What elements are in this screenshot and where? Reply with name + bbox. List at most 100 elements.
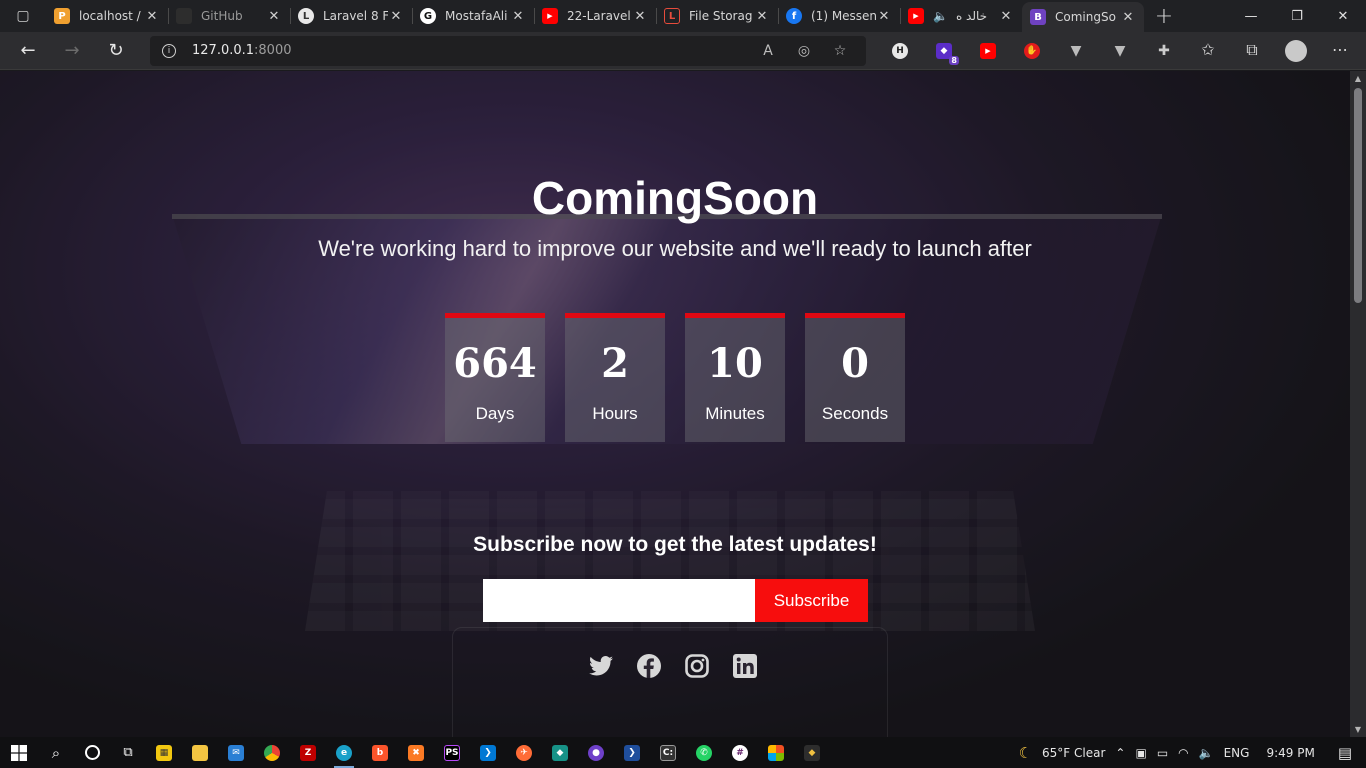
browser-toolbar: ← → ↻ i 127.0.0.1:8000 A ◎ ☆ H ◆ 8 ▶ ✋ ▼ …: [0, 32, 1366, 70]
clock[interactable]: 9:49 PM: [1266, 746, 1314, 760]
weather-icon[interactable]: ☾: [1019, 744, 1032, 762]
tab[interactable]: L File Storag ✕: [656, 0, 778, 32]
scroll-up-icon[interactable]: ▲: [1350, 74, 1366, 83]
github-desktop-icon[interactable]: ●: [578, 737, 614, 768]
facebook-icon[interactable]: [637, 654, 661, 678]
close-icon[interactable]: ✕: [388, 9, 404, 24]
tab[interactable]: G MostafaAli ✕: [412, 0, 534, 32]
address-bar[interactable]: i 127.0.0.1:8000 A ◎ ☆: [150, 35, 866, 66]
twitter-icon[interactable]: [589, 654, 613, 678]
chrome-icon[interactable]: [254, 737, 290, 768]
tab-title: File Storag: [689, 9, 753, 23]
site-info-icon[interactable]: i: [162, 43, 176, 58]
extension-icon[interactable]: H: [878, 32, 922, 70]
tab-title: MostafaAli: [445, 9, 508, 23]
tab-title: GitHub: [201, 9, 243, 23]
more-options-icon[interactable]: ⋯: [1318, 40, 1362, 62]
vue-devtools-icon: ▼: [1070, 42, 1082, 59]
add-favorite-icon[interactable]: ☆: [822, 43, 858, 59]
new-tab-button[interactable]: +: [1144, 0, 1184, 32]
close-icon[interactable]: ✕: [1120, 10, 1136, 25]
close-icon[interactable]: ✕: [998, 9, 1014, 24]
extension-icon[interactable]: ▼: [1098, 32, 1142, 70]
tab[interactable]: ▶ 22-Laravel ✕: [534, 0, 656, 32]
language-indicator[interactable]: ENG: [1224, 746, 1250, 760]
scroll-down-icon[interactable]: ▼: [1350, 725, 1366, 734]
scrollbar-thumb[interactable]: [1354, 88, 1362, 303]
phpstorm-icon[interactable]: PS: [434, 737, 470, 768]
tab[interactable]: L Laravel 8 F ✕: [290, 0, 412, 32]
office-icon[interactable]: [758, 737, 794, 768]
linkedin-icon[interactable]: [733, 654, 757, 678]
task-view-icon[interactable]: ⧉: [110, 737, 146, 768]
vscode-icon[interactable]: ❯: [470, 737, 506, 768]
notifications-icon[interactable]: ▤: [1338, 744, 1352, 762]
cortana-icon[interactable]: [74, 737, 110, 768]
youtube-icon: ▶: [908, 8, 924, 24]
close-icon[interactable]: ✕: [510, 9, 526, 24]
page-scrollbar[interactable]: ▲ ▼: [1350, 71, 1366, 737]
show-hidden-icons-icon[interactable]: ⌃: [1115, 746, 1125, 760]
whatsapp-icon[interactable]: ✆: [686, 737, 722, 768]
email-input[interactable]: [483, 579, 755, 622]
postman-icon[interactable]: ✈: [506, 737, 542, 768]
close-icon[interactable]: ✕: [266, 9, 282, 24]
collections-icon[interactable]: ⧉: [1230, 40, 1274, 62]
extension-icon[interactable]: ◆ 8: [922, 32, 966, 70]
tab[interactable]: GitHub ✕: [168, 0, 290, 32]
extensions-puzzle-icon[interactable]: ✚: [1142, 32, 1186, 70]
countdown-value: 0: [841, 340, 869, 387]
mail-icon[interactable]: ✉: [218, 737, 254, 768]
edge-icon[interactable]: e: [326, 737, 362, 768]
tab-favicon-icon: [176, 8, 192, 24]
cmd-icon[interactable]: C:: [650, 737, 686, 768]
tab[interactable]: P localhost / ✕: [46, 0, 168, 32]
close-icon[interactable]: ✕: [632, 9, 648, 24]
brave-icon[interactable]: b: [362, 737, 398, 768]
close-icon[interactable]: ✕: [754, 9, 770, 24]
favorites-icon[interactable]: ✩: [1186, 40, 1230, 62]
audio-icon[interactable]: 🔈: [933, 9, 948, 23]
back-button[interactable]: ←: [6, 32, 50, 70]
battery-icon[interactable]: ▭: [1157, 746, 1168, 760]
tab-title: خالد ه: [955, 9, 988, 23]
search-icon[interactable]: ⌕: [38, 737, 74, 768]
close-icon[interactable]: ✕: [876, 9, 892, 24]
subscribe-button[interactable]: Subscribe: [755, 579, 868, 622]
refresh-button[interactable]: ↻: [94, 32, 138, 70]
extension-icon[interactable]: ▼: [1054, 32, 1098, 70]
close-icon[interactable]: ✕: [144, 9, 160, 24]
git-kraken-icon[interactable]: ◆: [542, 737, 578, 768]
coming-soon-section: ComingSoon We're working hard to improve…: [0, 71, 1350, 737]
sourcetree-icon[interactable]: ◆: [794, 737, 830, 768]
read-aloud-icon[interactable]: A: [750, 43, 786, 59]
forward-button[interactable]: →: [50, 32, 94, 70]
countdown-label: Days: [475, 404, 515, 423]
tab-favicon-icon: P: [54, 8, 70, 24]
tab-actions-icon[interactable]: ▢: [0, 0, 46, 32]
store-icon[interactable]: ▦: [146, 737, 182, 768]
meet-now-icon[interactable]: ▣: [1135, 746, 1146, 760]
tab-active[interactable]: B ComingSo ✕: [1022, 2, 1144, 32]
minimize-icon[interactable]: —: [1228, 0, 1274, 32]
countdown: 664 Days 2 Hours 10 Minutes 0 Seconds: [445, 313, 905, 442]
xampp-icon[interactable]: ✖: [398, 737, 434, 768]
wifi-icon[interactable]: ◠: [1178, 746, 1188, 760]
restore-icon[interactable]: ❐: [1274, 0, 1320, 32]
close-window-icon[interactable]: ✕: [1320, 0, 1366, 32]
instagram-icon[interactable]: [685, 654, 709, 678]
file-explorer-icon[interactable]: [182, 737, 218, 768]
extension-icon[interactable]: ▶: [966, 32, 1010, 70]
tab[interactable]: f (1) Messen ✕: [778, 0, 900, 32]
tracking-prevention-icon[interactable]: ◎: [786, 43, 822, 59]
volume-icon[interactable]: 🔈: [1199, 746, 1214, 760]
tab-title: 22-Laravel: [567, 9, 631, 23]
slack-icon[interactable]: #: [722, 737, 758, 768]
filezilla-icon[interactable]: Z: [290, 737, 326, 768]
start-button[interactable]: [0, 744, 38, 761]
powershell-icon[interactable]: ❯: [614, 737, 650, 768]
weather-text[interactable]: 65°F Clear: [1042, 746, 1105, 760]
tab[interactable]: ▶ 🔈 خالد ه ✕: [900, 0, 1022, 32]
profile-avatar[interactable]: [1285, 39, 1307, 62]
extension-icon[interactable]: ✋: [1010, 32, 1054, 70]
